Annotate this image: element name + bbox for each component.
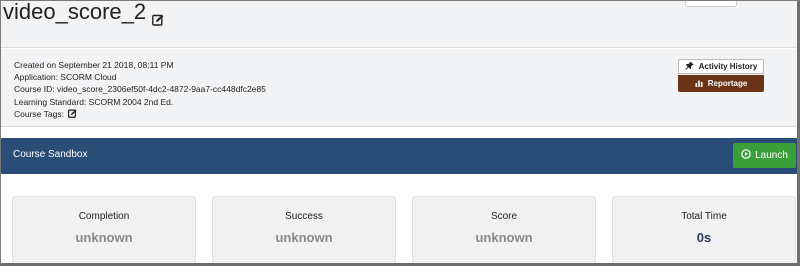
launch-label: Launch bbox=[755, 150, 788, 161]
created-line: Created on September 21 2018, 08:11 PM bbox=[14, 60, 174, 70]
stat-card-completion: Completion unknown bbox=[12, 196, 196, 263]
stat-card-total-time: Total Time 0s bbox=[612, 196, 796, 263]
pin-icon bbox=[684, 61, 694, 72]
stat-value: unknown bbox=[275, 230, 333, 245]
header-menu-button[interactable] bbox=[685, 1, 737, 7]
reportage-label: Reportage bbox=[707, 79, 748, 88]
stat-label: Score bbox=[490, 211, 518, 222]
edit-tags-icon[interactable] bbox=[67, 109, 77, 119]
stat-card-success: Success unknown bbox=[212, 196, 396, 263]
stat-value: 0s bbox=[696, 230, 712, 245]
sandbox-title: Course Sandbox bbox=[13, 149, 88, 160]
bar-chart-icon bbox=[695, 79, 703, 89]
course-header: video_score_2 bbox=[1, 0, 797, 48]
application-line: Application: SCORM Cloud bbox=[14, 72, 117, 83]
app-frame: video_score_2 Created on September 21 20… bbox=[0, 0, 800, 266]
stat-card-score: Score unknown bbox=[412, 196, 596, 263]
play-circle-icon bbox=[741, 149, 751, 162]
course-tags-line: Course Tags: bbox=[14, 108, 266, 120]
edit-icon[interactable] bbox=[152, 6, 164, 26]
stat-value: unknown bbox=[75, 230, 133, 245]
course-sandbox-bar: Course Sandbox bbox=[1, 138, 797, 174]
activity-history-button[interactable]: Activity History bbox=[678, 59, 764, 74]
stat-value: unknown bbox=[475, 230, 533, 245]
reportage-button[interactable]: Reportage bbox=[678, 75, 764, 92]
page-title: video_score_2 bbox=[3, 0, 164, 26]
stat-label: Success bbox=[285, 211, 323, 222]
stat-label: Total Time bbox=[681, 211, 727, 222]
stats-row: Completion unknown Success unknown Score… bbox=[1, 174, 797, 263]
course-title: video_score_2 bbox=[3, 0, 147, 24]
learning-standard-line: Learning Standard: SCORM 2004 2nd Ed. bbox=[14, 96, 174, 107]
activity-history-label: Activity History bbox=[698, 62, 758, 71]
course-id-line: Course ID: video_score_2306ef50f-4dc2-48… bbox=[14, 84, 266, 95]
stat-label: Completion bbox=[78, 211, 130, 222]
launch-button[interactable]: Launch bbox=[733, 143, 796, 168]
